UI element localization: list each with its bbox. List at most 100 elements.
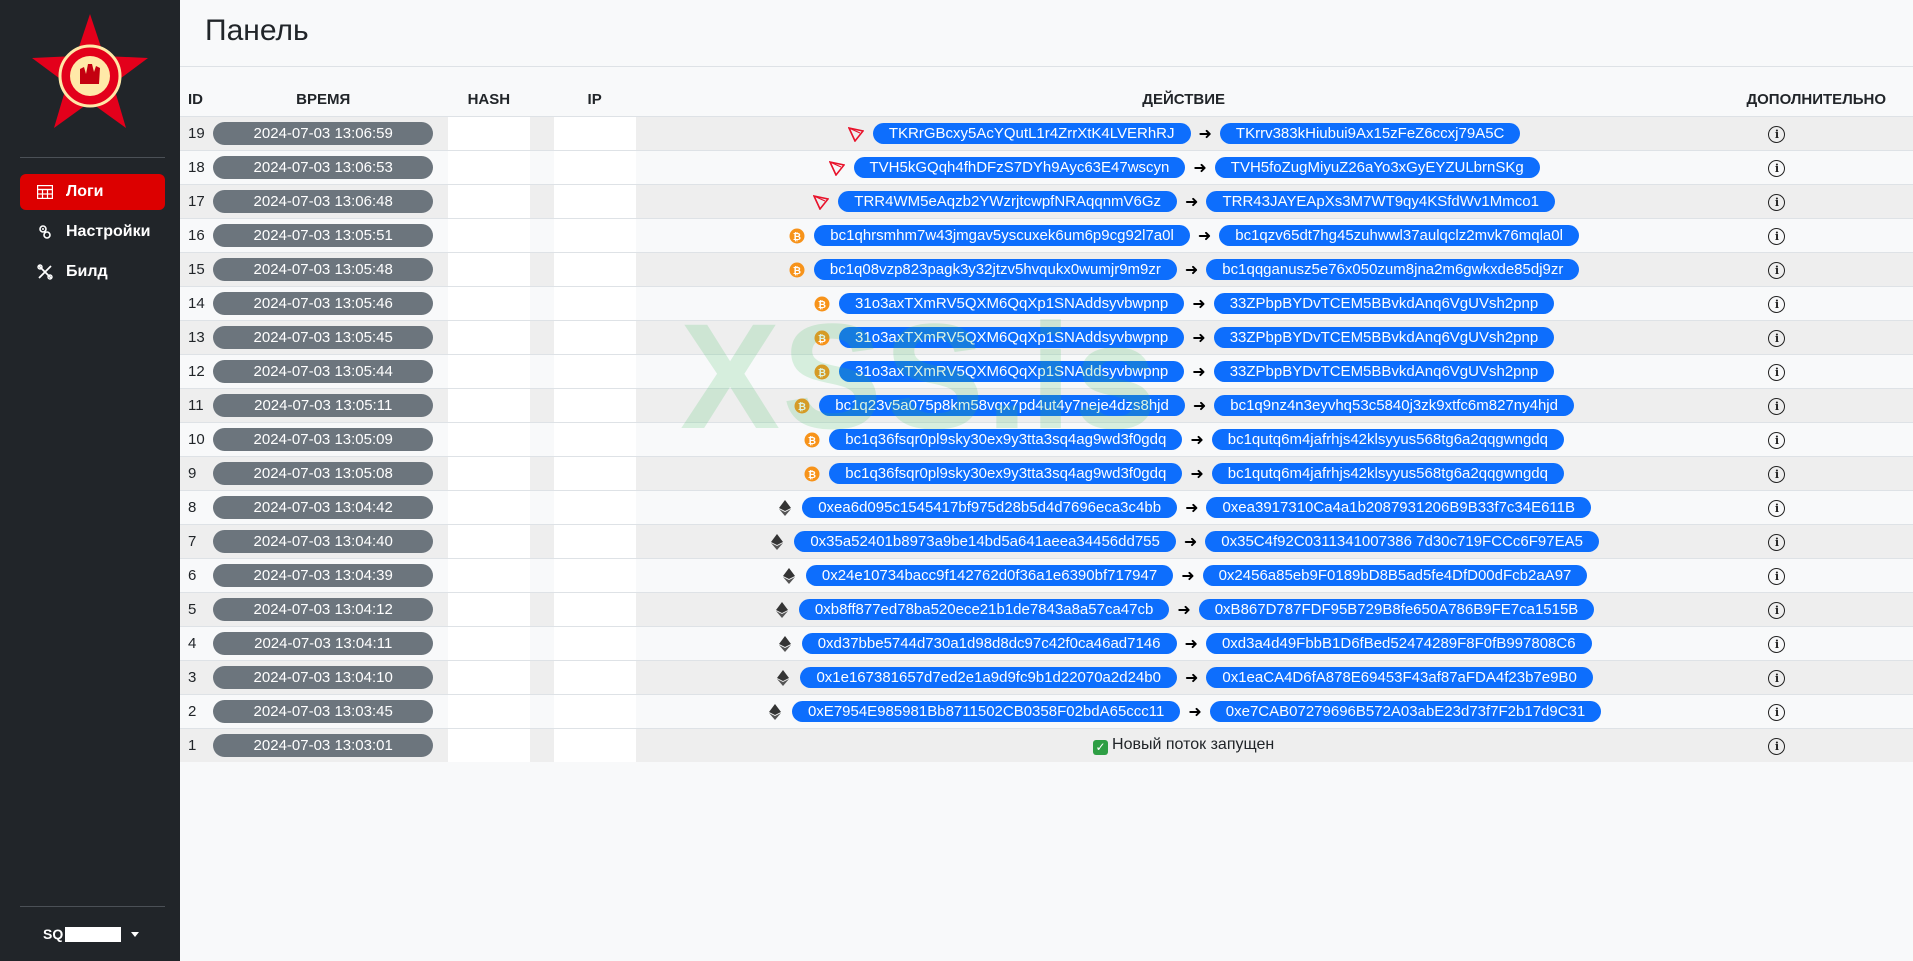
ethereum-icon [780, 567, 798, 585]
cell-action: ₿ bc1q36fsqr0pl9sky30ex9y3tta3sq4ag9wd3f0… [644, 422, 1723, 457]
time-badge: 2024-07-03 13:03:01 [213, 734, 434, 757]
cell-more: i [1722, 626, 1913, 661]
redacted-hash [447, 559, 530, 592]
from-address[interactable]: 31o3axTXmRV5QXM6QqXp1SNAddsyvbwpnp [839, 327, 1185, 348]
to-address[interactable]: 0x2456a85eb9F0189bD8B5ad5fe4DfD00dFcb2aA… [1202, 565, 1588, 586]
from-address[interactable]: TKRrGBcxy5AcYQutL1r4ZrrXtK4LVERhRJ [872, 123, 1191, 144]
cell-hash [433, 116, 545, 151]
user-menu[interactable]: SQ [43, 926, 140, 942]
to-address[interactable]: bc1qqganusz5e76x050zum8jna2m6gwkxde85dj9… [1206, 259, 1580, 280]
cell-time: 2024-07-03 13:06:59 [213, 116, 434, 151]
from-address[interactable]: TVH5kGQqh4fhDFzS7DYh9Ayc63E47wscyn [853, 157, 1186, 178]
from-address[interactable]: bc1q36fsqr0pl9sky30ex9y3tta3sq4ag9wd3f0g… [829, 429, 1183, 450]
from-address[interactable]: 0x35a52401b8973a9be14bd5a641aeea34456dd7… [794, 531, 1176, 552]
cell-id: 8 [180, 490, 214, 525]
info-icon[interactable]: i [1768, 431, 1786, 449]
cell-hash [433, 626, 545, 661]
from-address[interactable]: 31o3axTXmRV5QXM6QqXp1SNAddsyvbwpnp [839, 293, 1185, 314]
info-icon[interactable]: i [1768, 737, 1786, 755]
cell-hash [433, 456, 545, 491]
info-icon[interactable]: i [1768, 635, 1786, 653]
table-row: 15 2024-07-03 13:05:48 ₿ bc1q08vzp823pagk3y… [180, 252, 1913, 287]
action-transfer: 0x1e167381657d7ed2e1a9d9fc9b1d22070a2d24… [645, 667, 1723, 688]
to-address[interactable]: bc1qutq6m4jafrhjs42klsyyus568tg6a2qqgwng… [1211, 463, 1564, 484]
logs-table: ID ВРЕМЯ HASH IP ДЕЙСТВИЕ ДОПОЛНИТЕЛЬНО … [180, 83, 1913, 762]
info-icon[interactable]: i [1768, 227, 1786, 245]
to-address[interactable]: 0x1eaCA4D6fA878E69453F43af87aFDA4f23b7e9… [1206, 667, 1593, 688]
to-address[interactable]: 0x35C4f92C0311341007386 7d30c719FCCc6F97… [1205, 531, 1599, 552]
arrow-right-icon: ➜ [1184, 261, 1199, 279]
check-icon: ✓ [1093, 740, 1109, 755]
cell-hash [433, 558, 545, 593]
cell-time: 2024-07-03 13:05:51 [213, 218, 434, 253]
sidebar-item-logs[interactable]: Логи [20, 174, 165, 210]
brand-logo-icon[interactable] [28, 14, 152, 138]
from-address[interactable]: 0xE7954E985981Bb8711502CB0358F02bdA65ccc… [791, 701, 1181, 722]
col-time: ВРЕМЯ [296, 91, 351, 108]
table-icon [36, 183, 54, 201]
chevron-down-icon [131, 931, 140, 937]
cell-time: 2024-07-03 13:04:11 [213, 626, 434, 661]
cell-more: i [1722, 252, 1913, 287]
from-address[interactable]: 0xb8ff877ed78ba520ece21b1de7843a8a57ca47… [798, 599, 1170, 620]
cell-hash [433, 592, 545, 627]
cell-ip [544, 558, 645, 593]
info-icon[interactable]: i [1768, 193, 1786, 211]
info-icon[interactable]: i [1768, 397, 1786, 415]
from-address[interactable]: bc1q23v5a075p8km58vqx7pd4ut4y7neje4dzs8h… [819, 395, 1185, 416]
settings-icon [36, 223, 54, 241]
to-address[interactable]: 33ZPbpBYDvTCEM5BBvkdAnq6VgUVsh2pnp [1213, 361, 1555, 382]
info-icon[interactable]: i [1768, 533, 1786, 551]
to-address[interactable]: 0xB867D787FDF95B729B8fe650A786B9FE7ca151… [1198, 599, 1595, 620]
from-address[interactable]: 0xea6d095c1545417bf975d28b5d4d7696eca3c4… [802, 497, 1178, 518]
info-icon[interactable]: i [1768, 465, 1786, 483]
to-address[interactable]: TVH5foZugMiyuZ26aYo3xGyEYZULbrnSKg [1214, 157, 1540, 178]
info-icon[interactable]: i [1768, 159, 1786, 177]
sidebar-item-settings[interactable]: Настройки [20, 214, 165, 250]
to-address[interactable]: TRR43JAYEApXs3M7WT9qy4KSfdWv1Mmco1 [1206, 191, 1555, 212]
to-address[interactable]: bc1q9nz4n3eyvhq53c5840j3zk9xtfc6m827ny4h… [1214, 395, 1574, 416]
to-address[interactable]: 33ZPbpBYDvTCEM5BBvkdAnq6VgUVsh2pnp [1213, 293, 1555, 314]
info-icon[interactable]: i [1768, 499, 1786, 517]
ethereum-icon [768, 533, 786, 551]
bitcoin-icon: ₿ [813, 329, 831, 347]
cell-time: 2024-07-03 13:04:39 [213, 558, 434, 593]
redacted-hash [447, 389, 530, 422]
from-address[interactable]: 0xd37bbe5744d730a1d98d8dc97c42f0ca46ad71… [801, 633, 1177, 654]
info-icon[interactable]: i [1768, 125, 1786, 143]
from-address[interactable]: 31o3axTXmRV5QXM6QqXp1SNAddsyvbwpnp [839, 361, 1185, 382]
to-address[interactable]: 0xea3917310Ca4a1b2087931206B9B33f7c34E61… [1206, 497, 1592, 518]
tools-icon [36, 263, 54, 281]
arrow-right-icon: ➜ [1197, 227, 1212, 245]
info-icon[interactable]: i [1768, 669, 1786, 687]
info-icon[interactable]: i [1768, 363, 1786, 381]
info-icon[interactable]: i [1768, 703, 1786, 721]
from-address[interactable]: bc1q08vzp823pagk3y32jtzv5hvqukx0wumjr9m9… [813, 259, 1177, 280]
from-address[interactable]: bc1qhrsmhm7w43jmgav5yscuxek6um6p9cg92l7a… [814, 225, 1190, 246]
time-badge: 2024-07-03 13:05:08 [213, 462, 434, 485]
action-transfer: 0xb8ff877ed78ba520ece21b1de7843a8a57ca47… [645, 599, 1723, 620]
info-icon[interactable]: i [1768, 329, 1786, 347]
from-address[interactable]: TRR4WM5eAqzb2YWzrjtcwpfNRAqqnmV6Gz [838, 191, 1178, 212]
to-address[interactable]: 0xe7CAB07279696B572A03abE23d73f7F2b17d9C… [1209, 701, 1602, 722]
redacted-hash [447, 151, 530, 184]
cell-id: 9 [180, 456, 214, 491]
cell-ip [544, 626, 645, 661]
cell-id: 1 [180, 728, 214, 762]
to-address[interactable]: TKrrv383kHiubui9Ax15zFeZ6ccxj79A5C [1219, 123, 1521, 144]
sidebar-item-build[interactable]: Билд [20, 254, 165, 290]
to-address[interactable]: bc1qzv65dt7hg45zuhwwl37aulqclz2mvk76mqla… [1219, 225, 1579, 246]
cell-time: 2024-07-03 13:04:12 [213, 592, 434, 627]
from-address[interactable]: 0x1e167381657d7ed2e1a9d9fc9b1d22070a2d24… [800, 667, 1177, 688]
info-icon[interactable]: i [1768, 261, 1786, 279]
from-address[interactable]: bc1q36fsqr0pl9sky30ex9y3tta3sq4ag9wd3f0g… [829, 463, 1183, 484]
to-address[interactable]: bc1qutq6m4jafrhjs42klsyyus568tg6a2qqgwng… [1211, 429, 1564, 450]
to-address[interactable]: 0xd3a4d49FbbB1D6fBed52474289F8F0fB997808… [1205, 633, 1592, 654]
from-address[interactable]: 0x24e10734bacc9f142762d0f36a1e6390bf7179… [805, 565, 1174, 586]
info-icon[interactable]: i [1768, 601, 1786, 619]
action-transfer: ₿ 31o3axTXmRV5QXM6QqXp1SNAddsyvbwpnp ➜ 33ZP… [645, 361, 1723, 382]
cell-id: 4 [180, 626, 214, 661]
info-icon[interactable]: i [1768, 567, 1786, 585]
info-icon[interactable]: i [1768, 295, 1786, 313]
to-address[interactable]: 33ZPbpBYDvTCEM5BBvkdAnq6VgUVsh2pnp [1213, 327, 1555, 348]
